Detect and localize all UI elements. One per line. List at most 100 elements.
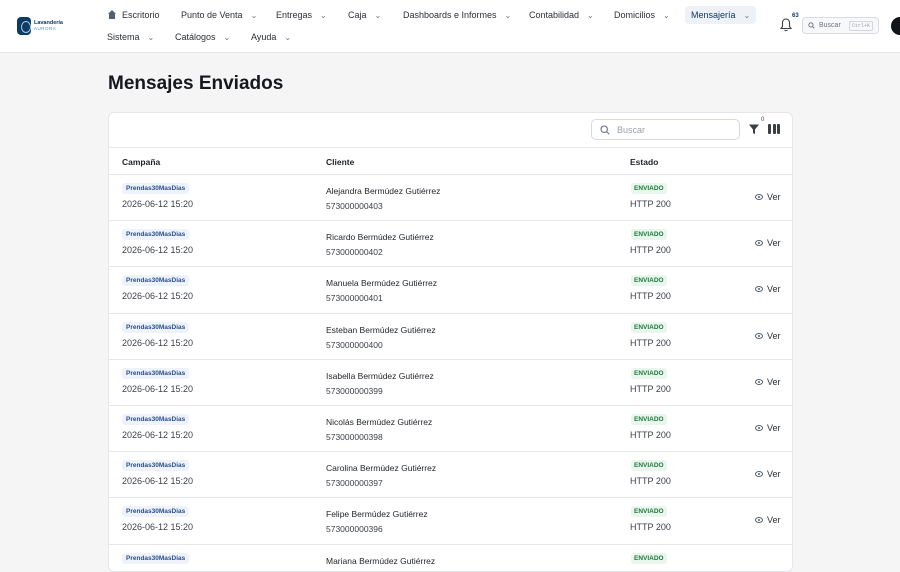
nav-item-ayuda[interactable]: Ayuda ⌄ [251, 28, 291, 46]
status-badge: ENVIADO [631, 460, 667, 471]
http-status: HTTP 200 [630, 522, 671, 532]
eye-icon [755, 194, 763, 200]
nav-item-label: Punto de Venta [181, 10, 243, 20]
nav-item-contabilidad[interactable]: Contabilidad⌄ [529, 6, 594, 24]
chevron-down-icon: ⌄ [320, 11, 327, 20]
client-name: Manuela Bermúdez Gutiérrez [326, 278, 437, 288]
chevron-down-icon: ⌄ [224, 33, 231, 42]
nav-item-domicilios[interactable]: Domicilios ⌄ [614, 6, 670, 24]
nav-item-label: Ayuda [251, 32, 276, 42]
chevron-down-icon: ⌄ [587, 11, 594, 20]
client-phone: 573000000399 [326, 386, 383, 396]
nav-item-label: Domicilios [614, 10, 655, 20]
client-phone: 573000000402 [326, 247, 383, 257]
columns-icon[interactable] [768, 124, 780, 134]
view-button[interactable]: Ver [755, 238, 781, 248]
view-button-label: Ver [767, 192, 781, 202]
view-button[interactable]: Ver [755, 192, 781, 202]
chevron-down-icon: ⌄ [148, 33, 155, 42]
chevron-down-icon: ⌄ [505, 11, 512, 20]
nav-item-entregas[interactable]: Entregas⌄ [276, 6, 327, 24]
client-name: Ricardo Bermúdez Gutiérrez [326, 232, 434, 242]
sent-date: 2026-06-12 15:20 [122, 522, 193, 532]
nav-item-escritorio[interactable]: Escritorio [107, 6, 160, 24]
nav-item-dashboards[interactable]: Dashboards e Informes ⌄ [403, 6, 511, 24]
nav-item-label: Dashboards e Informes [403, 10, 497, 20]
status-badge: ENVIADO [631, 506, 667, 517]
view-button-label: Ver [767, 238, 781, 248]
client-name: Carolina Bermúdez Gutiérrez [326, 463, 436, 473]
column-header-campaign[interactable]: Campaña [122, 157, 160, 167]
nav-item-punto-de-venta[interactable]: Punto de Venta⌄ [181, 6, 257, 24]
view-button[interactable]: Ver [755, 377, 781, 387]
client-name: Alejandra Bermúdez Gutiérrez [326, 186, 440, 196]
table-header: Campaña Cliente Estado [109, 147, 792, 175]
eye-icon [755, 425, 763, 431]
view-button[interactable]: Ver [755, 469, 781, 479]
notification-count-badge: 63 [792, 13, 799, 19]
view-button-label: Ver [767, 284, 781, 294]
global-search-placeholder: Buscar [819, 22, 841, 29]
eye-icon [755, 471, 763, 477]
status-badge: ENVIADO [631, 368, 667, 379]
view-button-label: Ver [767, 331, 781, 341]
campaign-tag: Prendas30MasDias [122, 414, 189, 425]
filter-icon[interactable] [748, 123, 760, 135]
nav-item-caja[interactable]: Caja⌄ [348, 6, 381, 24]
campaign-tag: Prendas30MasDias [122, 183, 189, 194]
eye-icon [755, 240, 763, 246]
messages-table-card: 0 Campaña Cliente Estado Prendas30MasDia… [108, 112, 793, 572]
eye-icon [755, 379, 763, 385]
view-button[interactable]: Ver [755, 423, 781, 433]
view-button-label: Ver [767, 423, 781, 433]
table-row: Prendas30MasDias Mariana Bermúdez Gutiér… [109, 545, 792, 572]
view-button[interactable]: Ver [755, 331, 781, 341]
table-row: Prendas30MasDias 2026-06-12 15:20 Caroli… [109, 452, 792, 498]
column-header-status[interactable]: Estado [630, 157, 658, 167]
view-button[interactable]: Ver [755, 284, 781, 294]
http-status: HTTP 200 [630, 338, 671, 348]
http-status: HTTP 200 [630, 476, 671, 486]
client-phone: 573000000396 [326, 524, 383, 534]
nav-item-label: Catálogos [175, 32, 216, 42]
http-status: HTTP 200 [630, 291, 671, 301]
table-row: Prendas30MasDias 2026-06-12 15:20 Esteba… [109, 314, 792, 360]
filter-count-badge: 0 [761, 117, 764, 123]
client-name: Esteban Bermúdez Gutiérrez [326, 325, 436, 335]
global-search[interactable]: Buscar Ctrl+K [802, 17, 879, 34]
chevron-down-icon: ⌄ [744, 11, 751, 20]
app-logo[interactable]: Lavandería AURORA [17, 16, 63, 36]
campaign-tag: Prendas30MasDias [122, 322, 189, 333]
client-name: Felipe Bermúdez Gutiérrez [326, 509, 428, 519]
table-toolbar: 0 [109, 113, 792, 147]
nav-item-catalogos[interactable]: Catálogos ⌄ [175, 28, 230, 46]
nav-item-sistema[interactable]: Sistema⌄ [107, 28, 154, 46]
status-badge: ENVIADO [631, 414, 667, 425]
view-button-label: Ver [767, 469, 781, 479]
chevron-down-icon: ⌄ [284, 33, 291, 42]
column-header-client[interactable]: Cliente [326, 157, 354, 167]
table-search-input[interactable] [617, 125, 717, 135]
status-badge: ENVIADO [631, 275, 667, 286]
nav-item-mensajeria[interactable]: Mensajería⌄ [685, 6, 756, 24]
shortcut-hint: Ctrl+K [849, 21, 873, 31]
sent-date: 2026-06-12 15:20 [122, 199, 193, 209]
client-phone: 573000000403 [326, 201, 383, 211]
view-button[interactable]: Ver [755, 515, 781, 525]
nav-item-label: Caja [348, 10, 367, 20]
sent-date: 2026-06-12 15:20 [122, 476, 193, 486]
logo-mark-icon [17, 17, 31, 35]
user-avatar[interactable] [891, 17, 900, 35]
chevron-down-icon: ⌄ [663, 11, 670, 20]
page-title: Mensajes Enviados [108, 73, 283, 95]
status-badge: ENVIADO [631, 553, 667, 564]
status-badge: ENVIADO [631, 229, 667, 240]
eye-icon [755, 286, 763, 292]
client-phone: 573000000400 [326, 340, 383, 350]
bell-icon[interactable] [780, 18, 792, 32]
campaign-tag: Prendas30MasDias [122, 368, 189, 379]
table-search[interactable] [591, 119, 740, 140]
table-row: Prendas30MasDias 2026-06-12 15:20 Isabel… [109, 360, 792, 406]
status-badge: ENVIADO [631, 183, 667, 194]
logo-line2: AURORA [34, 27, 63, 32]
